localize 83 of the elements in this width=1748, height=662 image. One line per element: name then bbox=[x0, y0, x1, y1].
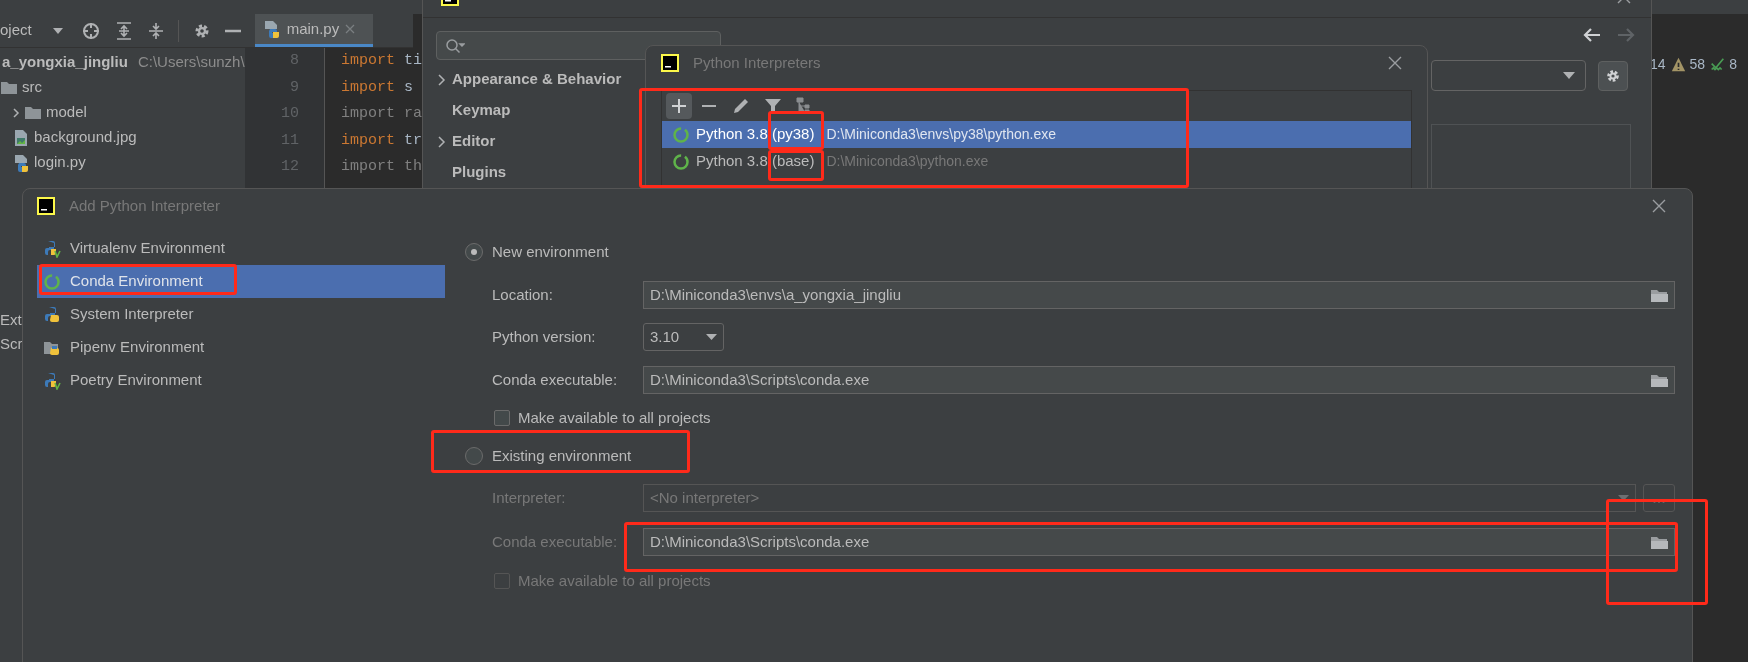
caret-icon bbox=[1618, 495, 1629, 501]
conda-path-field[interactable]: D:\Miniconda3\Scripts\conda.exe bbox=[643, 366, 1675, 394]
tree-item[interactable]: Ext bbox=[0, 310, 22, 330]
tree-item[interactable]: Scr bbox=[0, 334, 22, 354]
warning-icon bbox=[1670, 57, 1686, 72]
checkbox-label: Make available to all projects bbox=[518, 570, 711, 591]
conda-ring-icon bbox=[672, 152, 690, 171]
menu-item[interactable]: Keymap bbox=[452, 99, 511, 122]
tree-item[interactable]: src bbox=[22, 76, 42, 99]
editor-tab[interactable]: main.py bbox=[254, 14, 373, 47]
code-line: import ti bbox=[341, 51, 423, 71]
field-label: Conda executable: bbox=[492, 531, 619, 552]
image-file-icon bbox=[12, 128, 30, 147]
back-arrow-icon[interactable] bbox=[1583, 28, 1601, 42]
menu-item[interactable]: Plugins bbox=[452, 161, 507, 184]
dialog-title: Add Python Interpreter bbox=[69, 195, 220, 216]
interpreter-row[interactable]: Python 3.8 (py38) D:\Miniconda3\envs\py38\python.exe bbox=[662, 121, 1411, 148]
checkbox[interactable] bbox=[494, 573, 510, 589]
interpreter-type-item[interactable]: Conda Environment bbox=[37, 265, 445, 298]
interpreter-type-item[interactable]: Virtualenv Environment bbox=[37, 232, 445, 265]
code-line: import tr bbox=[341, 130, 423, 151]
tree-item[interactable]: a_yongxia_jingliu bbox=[2, 51, 128, 74]
close-icon[interactable] bbox=[1652, 199, 1666, 213]
caret-icon bbox=[706, 334, 717, 340]
close-icon[interactable] bbox=[1388, 56, 1402, 70]
path-text: C:\Users\sunzh\ bbox=[137, 52, 245, 73]
interpreter-row[interactable]: Python 3.8 (base) D:\Miniconda3\python.exe bbox=[662, 148, 1411, 175]
settings-icon bbox=[1605, 68, 1621, 84]
radio-button[interactable] bbox=[465, 447, 483, 465]
checkbox[interactable] bbox=[494, 410, 510, 426]
location-field[interactable]: D:\Miniconda3\envs\a_yongxia_jingliu bbox=[643, 281, 1675, 309]
interpreter-type-item[interactable]: Poetry Environment bbox=[37, 364, 445, 397]
settings-button[interactable] bbox=[1598, 61, 1628, 91]
folder-icon[interactable] bbox=[1651, 373, 1668, 387]
expand-all-icon[interactable] bbox=[115, 21, 132, 40]
folder-icon[interactable] bbox=[1651, 288, 1668, 302]
conda-ring-icon bbox=[43, 272, 61, 291]
field-label: Location: bbox=[492, 284, 554, 305]
ellipsis-icon bbox=[1653, 500, 1665, 503]
plus-icon bbox=[672, 99, 686, 113]
conda-ring-icon bbox=[672, 125, 690, 144]
checkbox-label: Make available to all projects bbox=[518, 407, 711, 428]
tree-item[interactable]: background.jpg bbox=[34, 126, 137, 149]
version-dropdown[interactable]: 3.10 bbox=[643, 323, 724, 351]
locate-icon[interactable] bbox=[81, 21, 100, 40]
app-logo-icon bbox=[37, 197, 55, 215]
check-icon bbox=[1710, 57, 1726, 72]
folder-icon[interactable] bbox=[1651, 535, 1668, 549]
collapse-all-icon[interactable] bbox=[147, 21, 164, 40]
python-file-icon bbox=[12, 153, 30, 172]
menu-item[interactable]: Editor bbox=[452, 130, 496, 153]
dropdown-icon[interactable] bbox=[51, 26, 64, 35]
radio-button[interactable] bbox=[465, 243, 483, 261]
problem-count[interactable]: 58 bbox=[1689, 54, 1706, 75]
search-icon bbox=[445, 37, 465, 54]
python-v-icon bbox=[43, 371, 61, 390]
option-label: Existing environment bbox=[492, 445, 632, 466]
code-line: import ra bbox=[341, 104, 423, 124]
code-line: import th bbox=[341, 157, 423, 177]
field-label: Interpreter: bbox=[492, 487, 567, 508]
conda-path-field[interactable]: D:\Miniconda3\Scripts\conda.exe bbox=[643, 528, 1675, 556]
problem-count[interactable]: 14 bbox=[1650, 54, 1666, 75]
code-line: import s bbox=[341, 77, 414, 98]
field-label: Python version: bbox=[492, 326, 597, 347]
field-label: Conda executable: bbox=[492, 369, 619, 390]
project-view-label[interactable]: oject bbox=[0, 19, 32, 42]
interpreter-type-item[interactable]: Pipenv Environment bbox=[37, 331, 445, 364]
problem-count[interactable]: 8 bbox=[1729, 54, 1737, 75]
interpreter-type-item[interactable]: System Interpreter bbox=[37, 298, 445, 331]
python-v-icon bbox=[43, 239, 61, 258]
add-button[interactable] bbox=[666, 93, 692, 119]
pencil-icon[interactable] bbox=[732, 97, 750, 115]
tree-item[interactable]: login.py bbox=[34, 151, 86, 174]
tree-item[interactable]: model bbox=[46, 101, 87, 124]
caret-icon bbox=[1563, 72, 1575, 79]
app-logo-icon bbox=[661, 54, 679, 72]
minimize-icon[interactable] bbox=[224, 28, 241, 33]
python-file-icon bbox=[262, 20, 281, 38]
dialog-title: Python Interpreters bbox=[693, 52, 821, 73]
option-label: New environment bbox=[492, 241, 609, 262]
menu-item[interactable]: Appearance & Behavior bbox=[452, 68, 622, 91]
python-icon bbox=[43, 305, 61, 324]
browse-button[interactable] bbox=[1643, 484, 1675, 512]
